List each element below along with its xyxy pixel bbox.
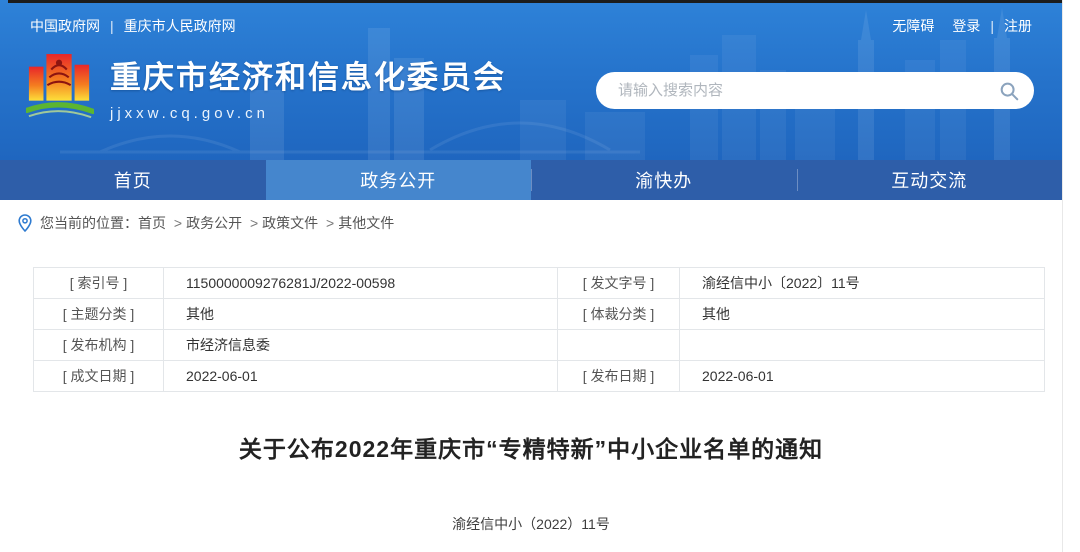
search-box (596, 72, 1034, 109)
breadcrumb-separator: > (170, 215, 182, 231)
breadcrumb-separator: > (246, 215, 258, 231)
search-input[interactable] (618, 82, 998, 99)
window-gutter (1062, 0, 1080, 552)
link-login[interactable]: 登录 (952, 16, 980, 36)
link-accessibility[interactable]: 无障碍 (892, 16, 934, 36)
breadcrumb-prefix: 您当前的位置： (40, 213, 138, 233)
main-nav: 首页政务公开渝快办互动交流 (0, 160, 1062, 200)
breadcrumb-item-1[interactable]: 政务公开 (186, 215, 242, 231)
breadcrumb-items: 首页 >政务公开 >政策文件 >其他文件 (138, 213, 394, 233)
meta-value: 其他 (680, 299, 1045, 330)
site-url: jjxxw.cq.gov.cn (110, 105, 506, 122)
divider: | (110, 18, 114, 34)
top-right-links: 无障碍 登录 | 注册 (892, 16, 1032, 36)
meta-label (558, 330, 680, 361)
link-china-gov[interactable]: 中国政府网 (30, 16, 100, 36)
meta-value: 其他 (164, 299, 558, 330)
nav-tab-2[interactable]: 渝快办 (531, 160, 797, 200)
breadcrumb: 您当前的位置： 首页 >政务公开 >政策文件 >其他文件 (0, 200, 1062, 245)
location-pin-icon (18, 214, 32, 232)
meta-label: [ 索引号 ] (34, 268, 164, 299)
meta-label: [ 发布机构 ] (34, 330, 164, 361)
meta-label: [ 成文日期 ] (34, 361, 164, 392)
link-cq-gov[interactable]: 重庆市人民政府网 (124, 16, 236, 36)
nav-tab-0[interactable]: 首页 (0, 160, 266, 200)
meta-value: 2022-06-01 (164, 361, 558, 392)
site-title: 重庆市经济和信息化委员会 (110, 52, 506, 97)
meta-label: [ 主题分类 ] (34, 299, 164, 330)
nav-tab-3[interactable]: 互动交流 (797, 160, 1063, 200)
meta-value: 2022-06-01 (680, 361, 1045, 392)
meta-row-0: [ 索引号 ]1150000009276281J/2022-00598[ 发文字… (34, 268, 1045, 299)
meta-row-3: [ 成文日期 ]2022-06-01[ 发布日期 ]2022-06-01 (34, 361, 1045, 392)
meta-value: 1150000009276281J/2022-00598 (164, 268, 558, 299)
meta-value (680, 330, 1045, 361)
meta-label: [ 发文字号 ] (558, 268, 680, 299)
meta-row-2: [ 发布机构 ]市经济信息委 (34, 330, 1045, 361)
site-header: 中国政府网 | 重庆市人民政府网 无障碍 登录 | 注册 (0, 0, 1062, 160)
breadcrumb-item-0[interactable]: 首页 (138, 215, 166, 231)
meta-value: 渝经信中小〔2022〕11号 (680, 268, 1045, 299)
top-left-links: 中国政府网 | 重庆市人民政府网 (30, 16, 236, 36)
meta-label: [ 体裁分类 ] (558, 299, 680, 330)
breadcrumb-item-2[interactable]: 政策文件 (262, 215, 318, 231)
meta-value: 市经济信息委 (164, 330, 558, 361)
nav-tab-1[interactable]: 政务公开 (266, 160, 532, 200)
top-link-bar: 中国政府网 | 重庆市人民政府网 无障碍 登录 | 注册 (0, 0, 1062, 36)
page: 中国政府网 | 重庆市人民政府网 无障碍 登录 | 注册 (0, 0, 1062, 552)
link-register[interactable]: 注册 (1004, 16, 1032, 36)
article-title: 关于公布2022年重庆市“专精特新”中小企业名单的通知 (0, 430, 1062, 464)
document-number: 渝经信中小（2022）11号 (0, 514, 1062, 534)
document-meta-table: [ 索引号 ]1150000009276281J/2022-00598[ 发文字… (33, 267, 1045, 392)
site-brand-text: 重庆市经济和信息化委员会 jjxxw.cq.gov.cn (110, 50, 506, 122)
meta-row-1: [ 主题分类 ]其他[ 体裁分类 ]其他 (34, 299, 1045, 330)
site-logo-icon (26, 50, 94, 128)
divider: | (990, 18, 994, 34)
search-icon[interactable] (998, 80, 1020, 102)
breadcrumb-separator: > (322, 215, 334, 231)
meta-label: [ 发布日期 ] (558, 361, 680, 392)
breadcrumb-item-3[interactable]: 其他文件 (338, 215, 394, 231)
